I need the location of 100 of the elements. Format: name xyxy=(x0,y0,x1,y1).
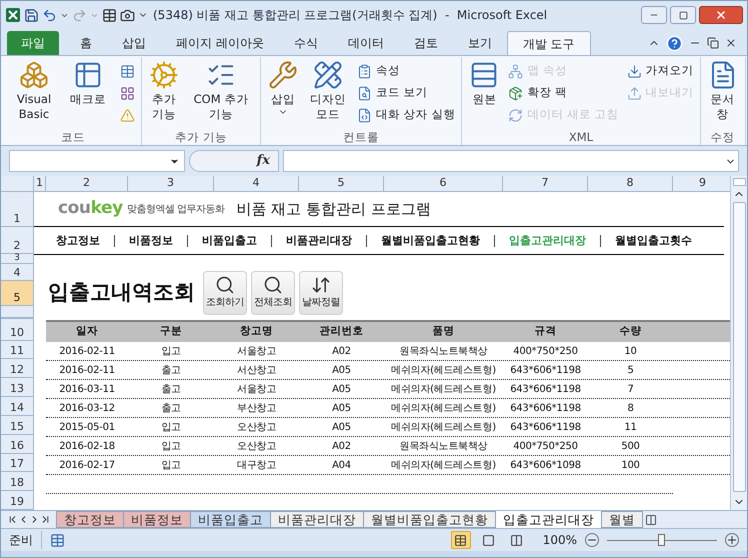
column-header[interactable]: 2 xyxy=(46,176,128,191)
column-heading: 구분 xyxy=(159,324,183,340)
ribbon-button[interactable]: 가져오기 xyxy=(624,60,696,82)
row-header[interactable]: 12 xyxy=(1,359,33,378)
ribbon-tab[interactable]: 보기 xyxy=(452,31,507,55)
zoom-in-icon[interactable] xyxy=(725,533,739,547)
column-header[interactable]: 4 xyxy=(214,176,299,191)
row-header[interactable]: 14 xyxy=(1,397,33,416)
table-cell-text: A05 xyxy=(331,364,352,378)
nav-link[interactable]: 비품입출고 xyxy=(187,234,271,246)
ribbon-button[interactable]: 원본 xyxy=(466,57,502,129)
nav-link[interactable]: 월별입출고횟수 xyxy=(600,234,706,246)
sheet-tab[interactable]: 창고정보 xyxy=(56,511,124,528)
zoom-slider[interactable] xyxy=(607,533,717,547)
sheet-tab[interactable]: 입출고관리대장 xyxy=(495,510,602,528)
row-header[interactable]: 2 xyxy=(1,226,33,254)
column-header[interactable]: 1 xyxy=(34,176,46,191)
zoom-level[interactable]: 100% xyxy=(542,531,577,549)
undo-icon[interactable] xyxy=(42,8,57,22)
sheet-tab[interactable]: 월별비품입출고현황 xyxy=(363,511,496,528)
ribbon-button[interactable]: 문서 창 xyxy=(704,57,741,129)
zoom-thumb[interactable] xyxy=(658,534,665,546)
column-header[interactable]: 5 xyxy=(299,176,384,191)
zoom-out-icon[interactable] xyxy=(585,533,599,547)
split-handle[interactable] xyxy=(732,178,746,186)
sheet-tab[interactable]: 월별 xyxy=(601,511,643,528)
first-sheet-icon[interactable] xyxy=(7,514,18,525)
column-header[interactable]: 6 xyxy=(384,176,503,191)
row-header[interactable]: 18 xyxy=(1,472,33,492)
ribbon-button[interactable]: 추가 기능 xyxy=(146,57,182,129)
ribbon-tab[interactable]: 검토 xyxy=(398,31,453,55)
ribbon-button[interactable]: 코드 보기 xyxy=(355,82,458,104)
ribbon-button[interactable]: 디자인 모드 xyxy=(305,57,351,129)
row-header[interactable]: 16 xyxy=(1,434,33,454)
nav-link[interactable]: 비품정보 xyxy=(114,234,187,246)
close-button[interactable] xyxy=(699,6,743,24)
table-icon[interactable] xyxy=(102,8,117,22)
row-header[interactable]: 17 xyxy=(1,454,33,472)
save-icon[interactable] xyxy=(24,8,39,22)
row-header[interactable]: 11 xyxy=(1,340,33,360)
maximize-button[interactable] xyxy=(670,6,696,24)
maximize-icon xyxy=(678,10,688,20)
table-cell-text: 서산창고 xyxy=(236,364,277,378)
column-header[interactable]: 8 xyxy=(588,176,673,191)
row-header[interactable]: 5 xyxy=(1,281,33,306)
toolbar-button[interactable]: 조회하기 xyxy=(203,270,247,314)
toolbar-button[interactable]: 전체조회 xyxy=(251,270,295,314)
function-label[interactable]: fx xyxy=(256,151,270,171)
table-cell-text: 11 xyxy=(623,420,638,434)
sheet-tab[interactable]: 비품관리대장 xyxy=(270,511,364,528)
window-title: (5348) 비품 재고 통합관리 프로그램(거래횟수 집계) - Microsoft Excel xyxy=(153,7,548,24)
row-header[interactable]: 1 xyxy=(1,192,33,227)
row-header[interactable]: 3 xyxy=(1,254,33,264)
formula-input[interactable] xyxy=(283,150,739,172)
row-header[interactable]: 13 xyxy=(1,378,33,398)
toolbar-button[interactable]: 날짜정렬 xyxy=(299,270,343,314)
table-cell-text: 5 xyxy=(626,364,635,378)
file-tab[interactable]: 파일 xyxy=(7,31,59,55)
table-cell-text: 643*606*1198 xyxy=(509,420,582,434)
ribbon-button[interactable]: 확장 팩 xyxy=(506,82,621,104)
ribbon-tab[interactable]: 홈 xyxy=(65,31,107,55)
table-cell-text: 643*606*1198 xyxy=(509,402,582,416)
ribbon-group-label: 추가 기능 xyxy=(174,129,228,145)
macro-record-icon[interactable] xyxy=(50,532,65,548)
ribbon-button[interactable]: 매크로 xyxy=(63,57,113,129)
last-sheet-icon[interactable] xyxy=(40,514,51,525)
table-cell-text: 메쉬의자(헤드레스트형) xyxy=(390,402,497,416)
nav-link[interactable]: 월별비품입출고현황 xyxy=(366,234,494,246)
column-heading: 수량 xyxy=(618,324,642,340)
row-header[interactable]: 10 xyxy=(1,318,33,341)
ribbon-tab[interactable]: 삽입 xyxy=(107,31,161,55)
status-text: 준비 xyxy=(9,531,42,549)
scrollbar-thumb[interactable] xyxy=(732,202,746,492)
row-header[interactable]: 15 xyxy=(1,416,33,435)
ribbon-tab[interactable]: 개발 도구 xyxy=(506,31,591,55)
sheet-tab[interactable]: 비품입출고 xyxy=(190,511,271,528)
ribbon-button[interactable]: COM 추가 기능 xyxy=(186,57,256,129)
table-cell-text: A04 xyxy=(331,458,352,472)
sheet-tab[interactable]: 비품정보 xyxy=(123,511,191,528)
nav-link[interactable]: 비품관리대장 xyxy=(271,234,366,246)
tab-split-icon[interactable] xyxy=(645,514,657,526)
ribbon-button[interactable]: Visual Basic xyxy=(9,57,59,129)
restore-icon[interactable] xyxy=(707,37,719,49)
ribbon-tab[interactable]: 수식 xyxy=(278,31,333,55)
camera-icon[interactable] xyxy=(120,8,135,22)
column-header[interactable]: 7 xyxy=(503,176,588,191)
ribbon-button[interactable]: 삽입 xyxy=(265,57,301,129)
view-button[interactable] xyxy=(450,531,471,549)
ribbon-tab[interactable]: 데이터 xyxy=(332,31,399,55)
ribbon-tab[interactable]: 페이지 레이아웃 xyxy=(161,31,279,55)
table-cell-text: 입고 xyxy=(160,344,182,358)
ribbon-button[interactable]: 속성 xyxy=(355,60,458,82)
close-icon[interactable] xyxy=(725,37,737,49)
search-icon xyxy=(215,275,235,295)
column-header[interactable]: 3 xyxy=(128,176,214,191)
nav-link[interactable]: 창고정보 xyxy=(56,234,114,246)
table-cell-text: 400*750*250 xyxy=(512,440,579,454)
ribbon-button[interactable]: 대화 상자 실행 xyxy=(355,104,458,126)
help-icon[interactable] xyxy=(666,34,683,52)
table-cell-text: 2016-02-17 xyxy=(58,458,116,472)
